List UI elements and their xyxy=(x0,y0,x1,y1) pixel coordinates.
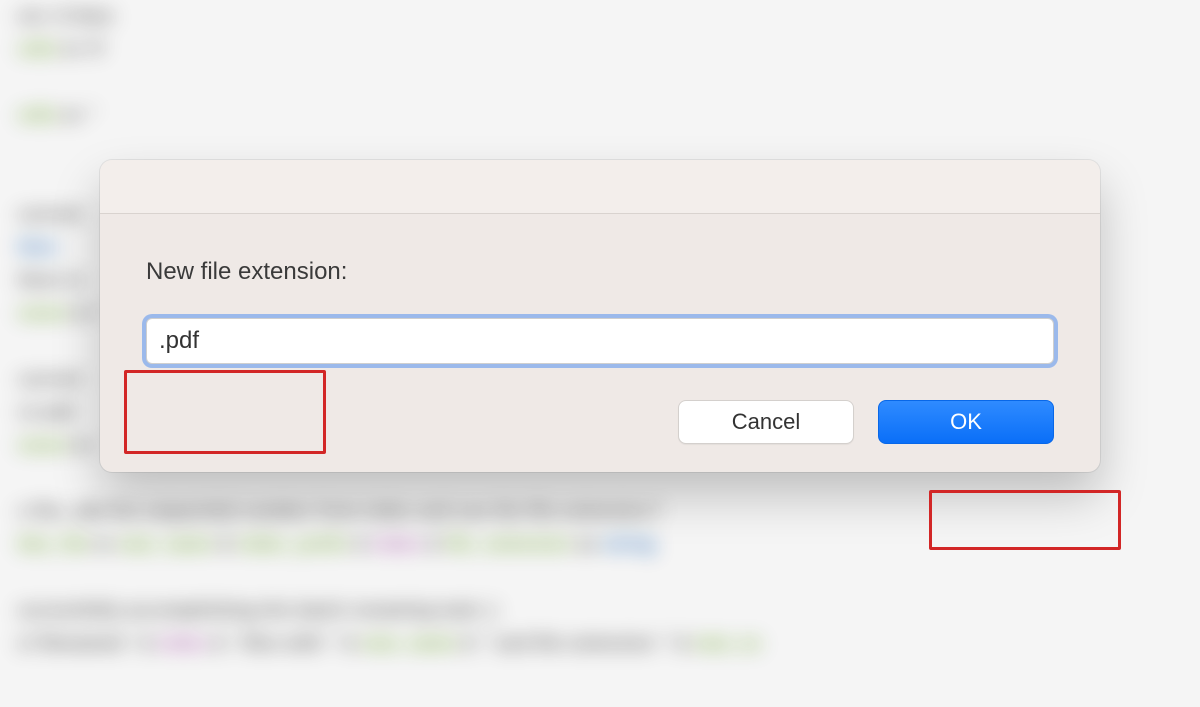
extension-input[interactable] xyxy=(146,318,1054,364)
cancel-button[interactable]: Cancel xyxy=(678,400,854,444)
input-wrapper xyxy=(146,318,1054,364)
ok-button[interactable]: OK xyxy=(878,400,1054,444)
prompt-dialog: New file extension: Cancel OK xyxy=(100,160,1100,472)
button-row: Cancel OK xyxy=(146,400,1054,444)
dialog-titlebar[interactable] xyxy=(100,160,1100,214)
prompt-label: New file extension: xyxy=(146,258,1054,286)
dialog-body: New file extension: Cancel OK xyxy=(100,214,1100,472)
